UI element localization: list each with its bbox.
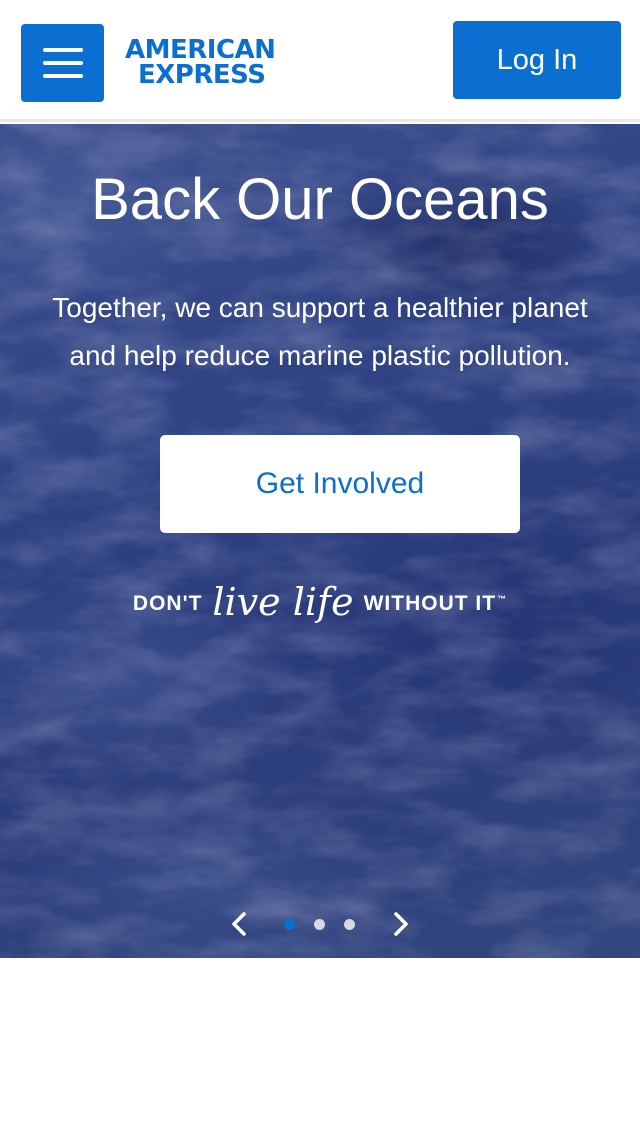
chevron-right-icon[interactable] xyxy=(386,910,414,938)
hero-title: Back Our Oceans xyxy=(91,167,549,232)
site-header: AMERICAN EXPRESS Log In xyxy=(0,0,640,122)
carousel-dot-2[interactable] xyxy=(314,919,325,930)
tagline-live-life: live life xyxy=(212,580,354,624)
menu-button[interactable] xyxy=(21,24,104,102)
menu-icon-bar xyxy=(42,74,83,78)
ocean-texture xyxy=(0,124,640,958)
hero-subtitle-line-1: Together, we can support a healthier pla… xyxy=(52,292,588,323)
hero-banner: Back Our Oceans Together, we can support… xyxy=(0,124,640,958)
chevron-left-icon[interactable] xyxy=(226,910,254,938)
menu-icon-bar xyxy=(42,61,83,65)
logo-line-1: AMERICAN xyxy=(125,34,276,65)
carousel-dot-1[interactable] xyxy=(284,919,295,930)
tagline-dont: DON'T xyxy=(132,592,203,615)
login-button[interactable]: Log In xyxy=(453,21,621,99)
logo-line-2: EXPRESS xyxy=(138,59,266,90)
carousel-dot-3[interactable] xyxy=(344,919,355,930)
american-express-logo[interactable]: AMERICAN EXPRESS xyxy=(125,36,305,88)
get-involved-button[interactable]: Get Involved xyxy=(160,435,520,533)
hero-subtitle: Together, we can support a healthier pla… xyxy=(0,284,640,380)
trademark-symbol: ™ xyxy=(497,594,508,604)
tagline: DON'T live life WITHOUT IT™ xyxy=(0,574,640,634)
tagline-without-it-text: WITHOUT IT xyxy=(363,592,497,615)
page: AMERICAN EXPRESS Log In Back Our Oceans … xyxy=(0,0,640,1136)
carousel-controls xyxy=(0,904,640,944)
hero-subtitle-line-2: and help reduce marine plastic pollution… xyxy=(69,340,571,371)
tagline-without-it: WITHOUT IT™ xyxy=(364,592,507,616)
menu-icon-bar xyxy=(42,48,83,52)
